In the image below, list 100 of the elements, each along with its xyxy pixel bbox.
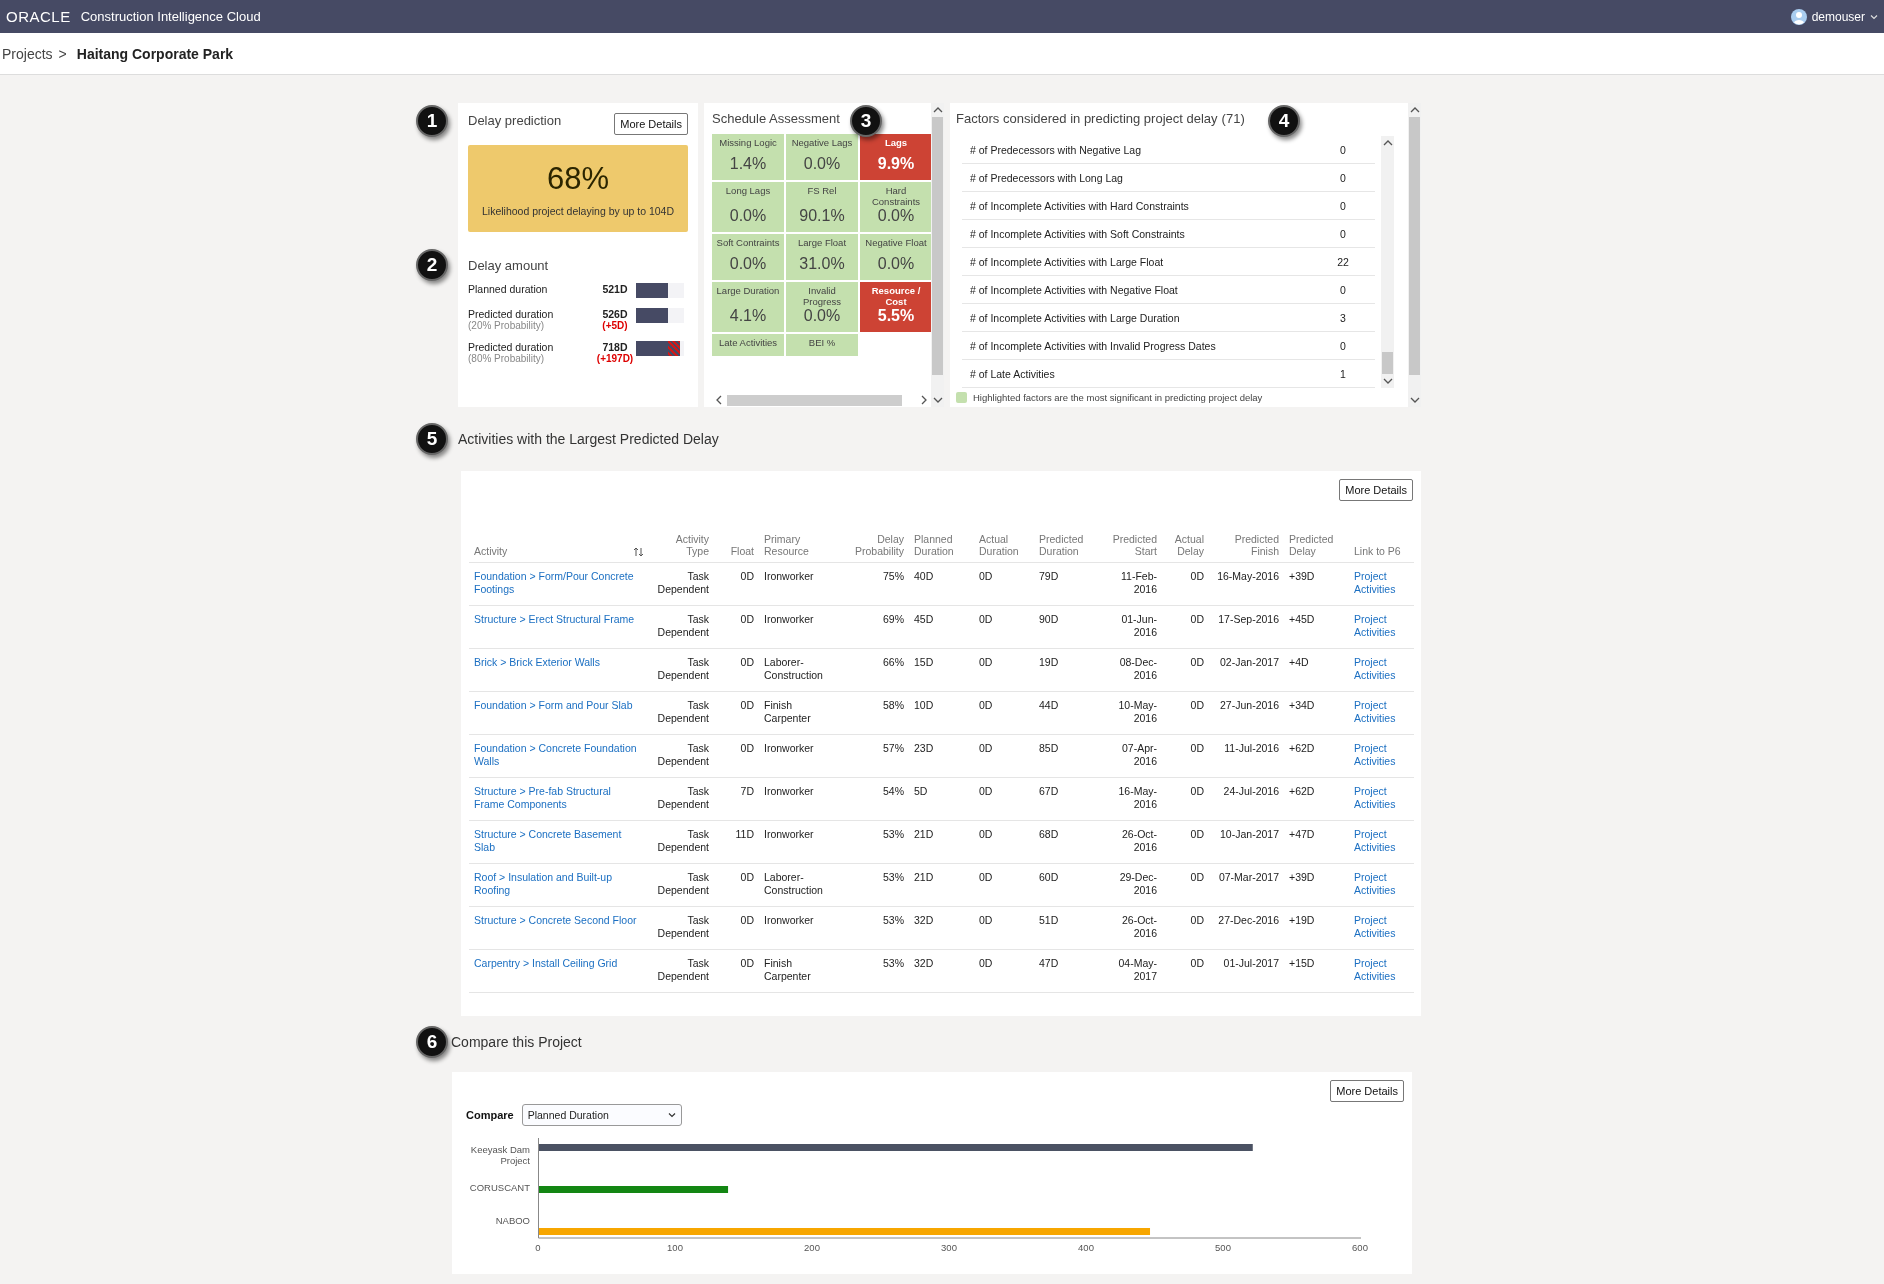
assessment-tile[interactable]: Lags 9.9% bbox=[860, 134, 931, 180]
activity-link[interactable]: Brick > Brick Exterior Walls bbox=[474, 656, 644, 669]
factor-label: # of Incomplete Activities with Large Duration bbox=[969, 311, 1180, 324]
assessment-tile[interactable]: Soft Contraints 0.0% bbox=[712, 234, 784, 280]
assessment-tile[interactable]: Late Activities bbox=[712, 334, 784, 356]
p6-link[interactable]: Project Activities bbox=[1354, 699, 1409, 725]
table-cell: 54% bbox=[883, 785, 904, 797]
activity-link[interactable]: Structure > Concrete Second Floor bbox=[474, 914, 644, 927]
table-cell: 79D bbox=[1039, 570, 1059, 582]
assessment-tile[interactable]: Long Lags 0.0% bbox=[712, 182, 784, 232]
table-cell: Task Dependent bbox=[657, 957, 709, 982]
table-cell: 26-Oct-2016 bbox=[1122, 828, 1157, 853]
tick-label: 0 bbox=[535, 1242, 541, 1253]
more-details-button[interactable]: More Details bbox=[614, 113, 688, 135]
assessment-tile[interactable]: Negative Lags 0.0% bbox=[786, 134, 858, 180]
column-header: Activity bbox=[474, 545, 508, 557]
p6-link[interactable]: Project Activities bbox=[1354, 742, 1409, 768]
table-cell: 15D bbox=[914, 656, 934, 668]
table-cell: 0D bbox=[740, 742, 754, 754]
activity-link[interactable]: Foundation > Form/Pour Concrete Footings bbox=[474, 570, 644, 596]
callout-number: 5 bbox=[416, 423, 448, 455]
factor-value: 22 bbox=[1336, 255, 1350, 268]
activity-link[interactable]: Carpentry > Install Ceiling Grid bbox=[474, 957, 644, 970]
assessment-tile[interactable]: Resource / Cost 5.5% bbox=[860, 282, 931, 332]
user-avatar-icon[interactable] bbox=[1790, 8, 1807, 25]
probability-note: (20% Probability) bbox=[468, 320, 546, 331]
user-name[interactable]: demouser bbox=[1811, 9, 1865, 24]
tick-label: 300 bbox=[941, 1242, 957, 1253]
table-cell: 0D bbox=[979, 613, 993, 625]
table-cell: +19D bbox=[1289, 914, 1315, 926]
chevron-up-icon[interactable] bbox=[1409, 106, 1420, 114]
vertical-scrollbar[interactable] bbox=[1381, 136, 1394, 388]
p6-link[interactable]: Project Activities bbox=[1354, 871, 1409, 897]
assessment-tile[interactable]: Missing Logic 1.4% bbox=[712, 134, 784, 180]
factor-count: (71) bbox=[1221, 111, 1245, 126]
caret-icon[interactable] bbox=[667, 1112, 676, 1118]
p6-link[interactable]: Project Activities bbox=[1354, 785, 1409, 811]
chevron-down-icon[interactable] bbox=[1409, 396, 1420, 404]
chevron-down-icon[interactable] bbox=[932, 396, 943, 404]
table-cell: 0D bbox=[1190, 785, 1204, 797]
more-details-button[interactable]: More Details bbox=[1339, 479, 1413, 501]
chevron-up-icon[interactable] bbox=[1382, 139, 1393, 147]
breadcrumb-link[interactable]: Projects bbox=[2, 45, 53, 62]
callout-number: 4 bbox=[1268, 105, 1300, 137]
factor-value: 0 bbox=[1339, 283, 1347, 296]
activity-link[interactable]: Roof > Insulation and Built-up Roofing bbox=[474, 871, 644, 897]
table-cell: 0D bbox=[979, 871, 993, 883]
factor-value: 3 bbox=[1339, 311, 1347, 324]
table-cell: 11-Jul-2016 bbox=[1224, 742, 1279, 754]
column-header: Predicted Start bbox=[1111, 533, 1157, 557]
p6-link[interactable]: Project Activities bbox=[1354, 957, 1409, 983]
table-cell: 10-May-2016 bbox=[1118, 699, 1157, 724]
chevron-down-icon[interactable] bbox=[1382, 377, 1393, 385]
column-header: Planned Duration bbox=[914, 533, 955, 557]
assessment-tile[interactable]: BEI % bbox=[786, 334, 858, 356]
table-cell: Ironworker bbox=[764, 613, 814, 625]
table-cell: 01-Jul-2017 bbox=[1223, 957, 1279, 969]
activity-link[interactable]: Structure > Concrete Basement Slab bbox=[474, 828, 644, 854]
table-cell: 53% bbox=[883, 957, 904, 969]
sort-icon[interactable] bbox=[633, 547, 644, 557]
table-cell: 47D bbox=[1039, 957, 1059, 969]
compare-dropdown[interactable]: Planned Duration bbox=[521, 1104, 682, 1126]
table-cell: 0D bbox=[740, 656, 754, 668]
activity-link[interactable]: Structure > Pre-fab Structural Frame Components bbox=[474, 785, 644, 811]
p6-link[interactable]: Project Activities bbox=[1354, 656, 1409, 682]
assessment-tile[interactable]: FS Rel 90.1% bbox=[786, 182, 858, 232]
assessment-tile[interactable]: Hard Constraints 0.0% bbox=[860, 182, 931, 232]
table-cell: Ironworker bbox=[764, 570, 814, 582]
card-title: Delay prediction bbox=[468, 113, 562, 128]
duration-value: 521D bbox=[602, 283, 628, 295]
p6-link[interactable]: Project Activities bbox=[1354, 613, 1409, 639]
p6-link[interactable]: Project Activities bbox=[1354, 828, 1409, 854]
duration-label: Predicted duration bbox=[468, 341, 555, 353]
more-details-button[interactable]: More Details bbox=[1330, 1080, 1404, 1102]
assessment-tile[interactable]: Large Float 31.0% bbox=[786, 234, 858, 280]
scrollbar-thumb[interactable] bbox=[1382, 352, 1393, 374]
table-cell: Task Dependent bbox=[657, 699, 709, 724]
activity-link[interactable]: Foundation > Concrete Foundation Walls bbox=[474, 742, 644, 768]
table-cell: 0D bbox=[979, 570, 993, 582]
activity-link[interactable]: Structure > Erect Structural Frame bbox=[474, 613, 644, 626]
table-cell: 16-May-2016 bbox=[1217, 570, 1279, 582]
chevron-right-icon[interactable] bbox=[920, 395, 928, 405]
table-cell: Ironworker bbox=[764, 828, 814, 840]
table-cell: +34D bbox=[1289, 699, 1315, 711]
table-cell: Task Dependent bbox=[657, 656, 709, 681]
p6-link[interactable]: Project Activities bbox=[1354, 570, 1409, 596]
chevron-left-icon[interactable] bbox=[715, 395, 723, 405]
assessment-tile[interactable]: Negative Float 0.0% bbox=[860, 234, 931, 280]
factor-value: 0 bbox=[1339, 171, 1347, 184]
assessment-tile[interactable]: Large Duration 4.1% bbox=[712, 282, 784, 332]
table-cell: 57% bbox=[883, 742, 904, 754]
table-cell: Ironworker bbox=[764, 785, 814, 797]
chevron-up-icon[interactable] bbox=[932, 106, 943, 114]
activity-link[interactable]: Foundation > Form and Pour Slab bbox=[474, 699, 644, 712]
table-cell: 53% bbox=[883, 828, 904, 840]
compare-label: Compare bbox=[466, 1109, 514, 1121]
p6-link[interactable]: Project Activities bbox=[1354, 914, 1409, 940]
table-cell: 0D bbox=[979, 742, 993, 754]
probability-note: (80% Probability) bbox=[468, 353, 546, 364]
assessment-tile[interactable]: Invalid Progress 0.0% bbox=[786, 282, 858, 332]
